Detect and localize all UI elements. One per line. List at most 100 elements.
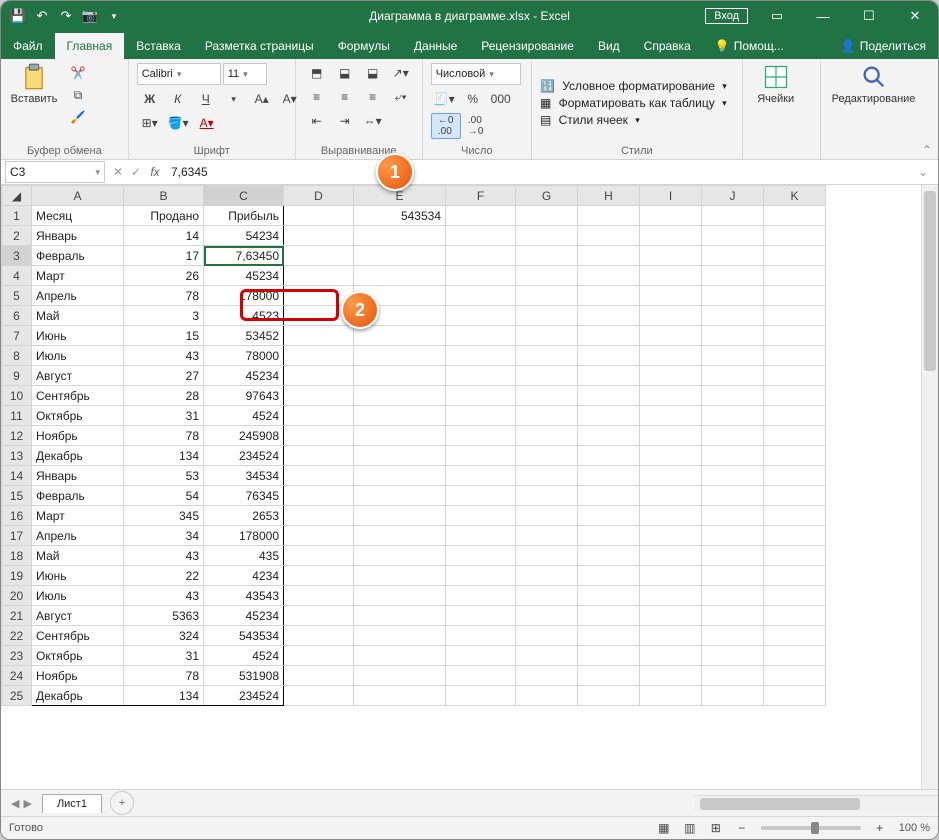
col-header[interactable]: I: [640, 186, 702, 206]
cell[interactable]: [516, 366, 578, 386]
row-header[interactable]: 15: [2, 486, 32, 506]
cell[interactable]: [578, 326, 640, 346]
tab-view[interactable]: Вид: [586, 33, 632, 59]
cell[interactable]: [578, 346, 640, 366]
cell[interactable]: 43543: [204, 586, 284, 606]
cell[interactable]: [284, 546, 354, 566]
cell[interactable]: [764, 566, 826, 586]
cell[interactable]: [446, 546, 516, 566]
zoom-level[interactable]: 100 %: [899, 822, 930, 834]
cell[interactable]: [764, 486, 826, 506]
cell[interactable]: [764, 386, 826, 406]
cell[interactable]: 31: [124, 646, 204, 666]
cell[interactable]: [702, 286, 764, 306]
row-header[interactable]: 21: [2, 606, 32, 626]
cell[interactable]: [516, 526, 578, 546]
cell[interactable]: 543534: [354, 206, 446, 226]
paste-button[interactable]: Вставить: [9, 63, 59, 105]
cell[interactable]: [354, 546, 446, 566]
cell[interactable]: 28: [124, 386, 204, 406]
decrease-indent-icon[interactable]: ⇤: [304, 111, 330, 131]
cell[interactable]: 2653: [204, 506, 284, 526]
row-header[interactable]: 18: [2, 546, 32, 566]
cell[interactable]: [702, 586, 764, 606]
maximize-icon[interactable]: ☐: [846, 1, 892, 31]
row-header[interactable]: 11: [2, 406, 32, 426]
col-header[interactable]: C: [204, 186, 284, 206]
cell[interactable]: Август: [32, 366, 124, 386]
fill-color-icon[interactable]: 🪣▾: [165, 113, 192, 133]
cell[interactable]: [446, 306, 516, 326]
col-header[interactable]: K: [764, 186, 826, 206]
cell[interactable]: 531908: [204, 666, 284, 686]
cell[interactable]: 54234: [204, 226, 284, 246]
cell[interactable]: [354, 446, 446, 466]
cell[interactable]: Март: [32, 506, 124, 526]
cell[interactable]: [284, 586, 354, 606]
cell[interactable]: [578, 466, 640, 486]
cell[interactable]: [702, 646, 764, 666]
cell[interactable]: [764, 466, 826, 486]
align-middle-icon[interactable]: ⬓: [332, 63, 358, 83]
cell[interactable]: [578, 206, 640, 226]
cell[interactable]: [354, 346, 446, 366]
row-header[interactable]: 16: [2, 506, 32, 526]
number-format-combo[interactable]: Числовой▾: [431, 63, 521, 85]
col-header[interactable]: D: [284, 186, 354, 206]
underline-button[interactable]: Ч: [193, 89, 219, 109]
tab-formulas[interactable]: Формулы: [326, 33, 402, 59]
cell[interactable]: 17: [124, 246, 204, 266]
row-header[interactable]: 14: [2, 466, 32, 486]
cell[interactable]: [284, 246, 354, 266]
cell[interactable]: [446, 526, 516, 546]
signin-button[interactable]: Вход: [705, 8, 748, 24]
cell[interactable]: [702, 466, 764, 486]
cell[interactable]: [764, 526, 826, 546]
horizontal-scrollbar[interactable]: [694, 795, 938, 812]
cell[interactable]: [516, 486, 578, 506]
font-size-combo[interactable]: 11▾: [223, 63, 267, 85]
cell[interactable]: [702, 666, 764, 686]
row-header[interactable]: 23: [2, 646, 32, 666]
cell[interactable]: [578, 366, 640, 386]
sheet-nav-prev-icon[interactable]: ◀: [11, 797, 19, 810]
cell[interactable]: 134: [124, 446, 204, 466]
cell[interactable]: [284, 266, 354, 286]
wrap-text-icon[interactable]: ⤶▾: [388, 87, 414, 107]
cell[interactable]: [284, 366, 354, 386]
cell[interactable]: Сентябрь: [32, 386, 124, 406]
cell[interactable]: [764, 606, 826, 626]
cell[interactable]: [354, 626, 446, 646]
merge-icon[interactable]: ⇔▾: [360, 111, 386, 131]
cell[interactable]: 234524: [204, 446, 284, 466]
cell[interactable]: Июль: [32, 346, 124, 366]
cell[interactable]: [764, 346, 826, 366]
cell[interactable]: Прибыль: [204, 206, 284, 226]
cell[interactable]: [578, 546, 640, 566]
tell-me[interactable]: 💡Помощ...: [703, 33, 796, 59]
cell[interactable]: [640, 226, 702, 246]
cell[interactable]: [640, 506, 702, 526]
percent-icon[interactable]: %: [460, 89, 486, 109]
cell[interactable]: 45234: [204, 266, 284, 286]
cell[interactable]: [764, 666, 826, 686]
cell[interactable]: [284, 226, 354, 246]
enter-icon[interactable]: ✓: [127, 165, 145, 179]
cell[interactable]: [640, 406, 702, 426]
cell[interactable]: [446, 326, 516, 346]
align-center-icon[interactable]: ≡: [332, 87, 358, 107]
cell-styles-button[interactable]: ▤ Стили ячеек ▾: [540, 113, 640, 127]
cell[interactable]: [578, 646, 640, 666]
cell[interactable]: [354, 686, 446, 706]
format-as-table-button[interactable]: ▦ Форматировать как таблицу ▾: [540, 96, 727, 110]
cell[interactable]: [702, 446, 764, 466]
col-header[interactable]: J: [702, 186, 764, 206]
cell[interactable]: [354, 666, 446, 686]
tab-page-layout[interactable]: Разметка страницы: [193, 33, 326, 59]
cell[interactable]: [284, 406, 354, 426]
cell[interactable]: [578, 286, 640, 306]
close-icon[interactable]: ✕: [892, 1, 938, 31]
cell[interactable]: [640, 686, 702, 706]
cell[interactable]: [446, 406, 516, 426]
cell[interactable]: Январь: [32, 226, 124, 246]
